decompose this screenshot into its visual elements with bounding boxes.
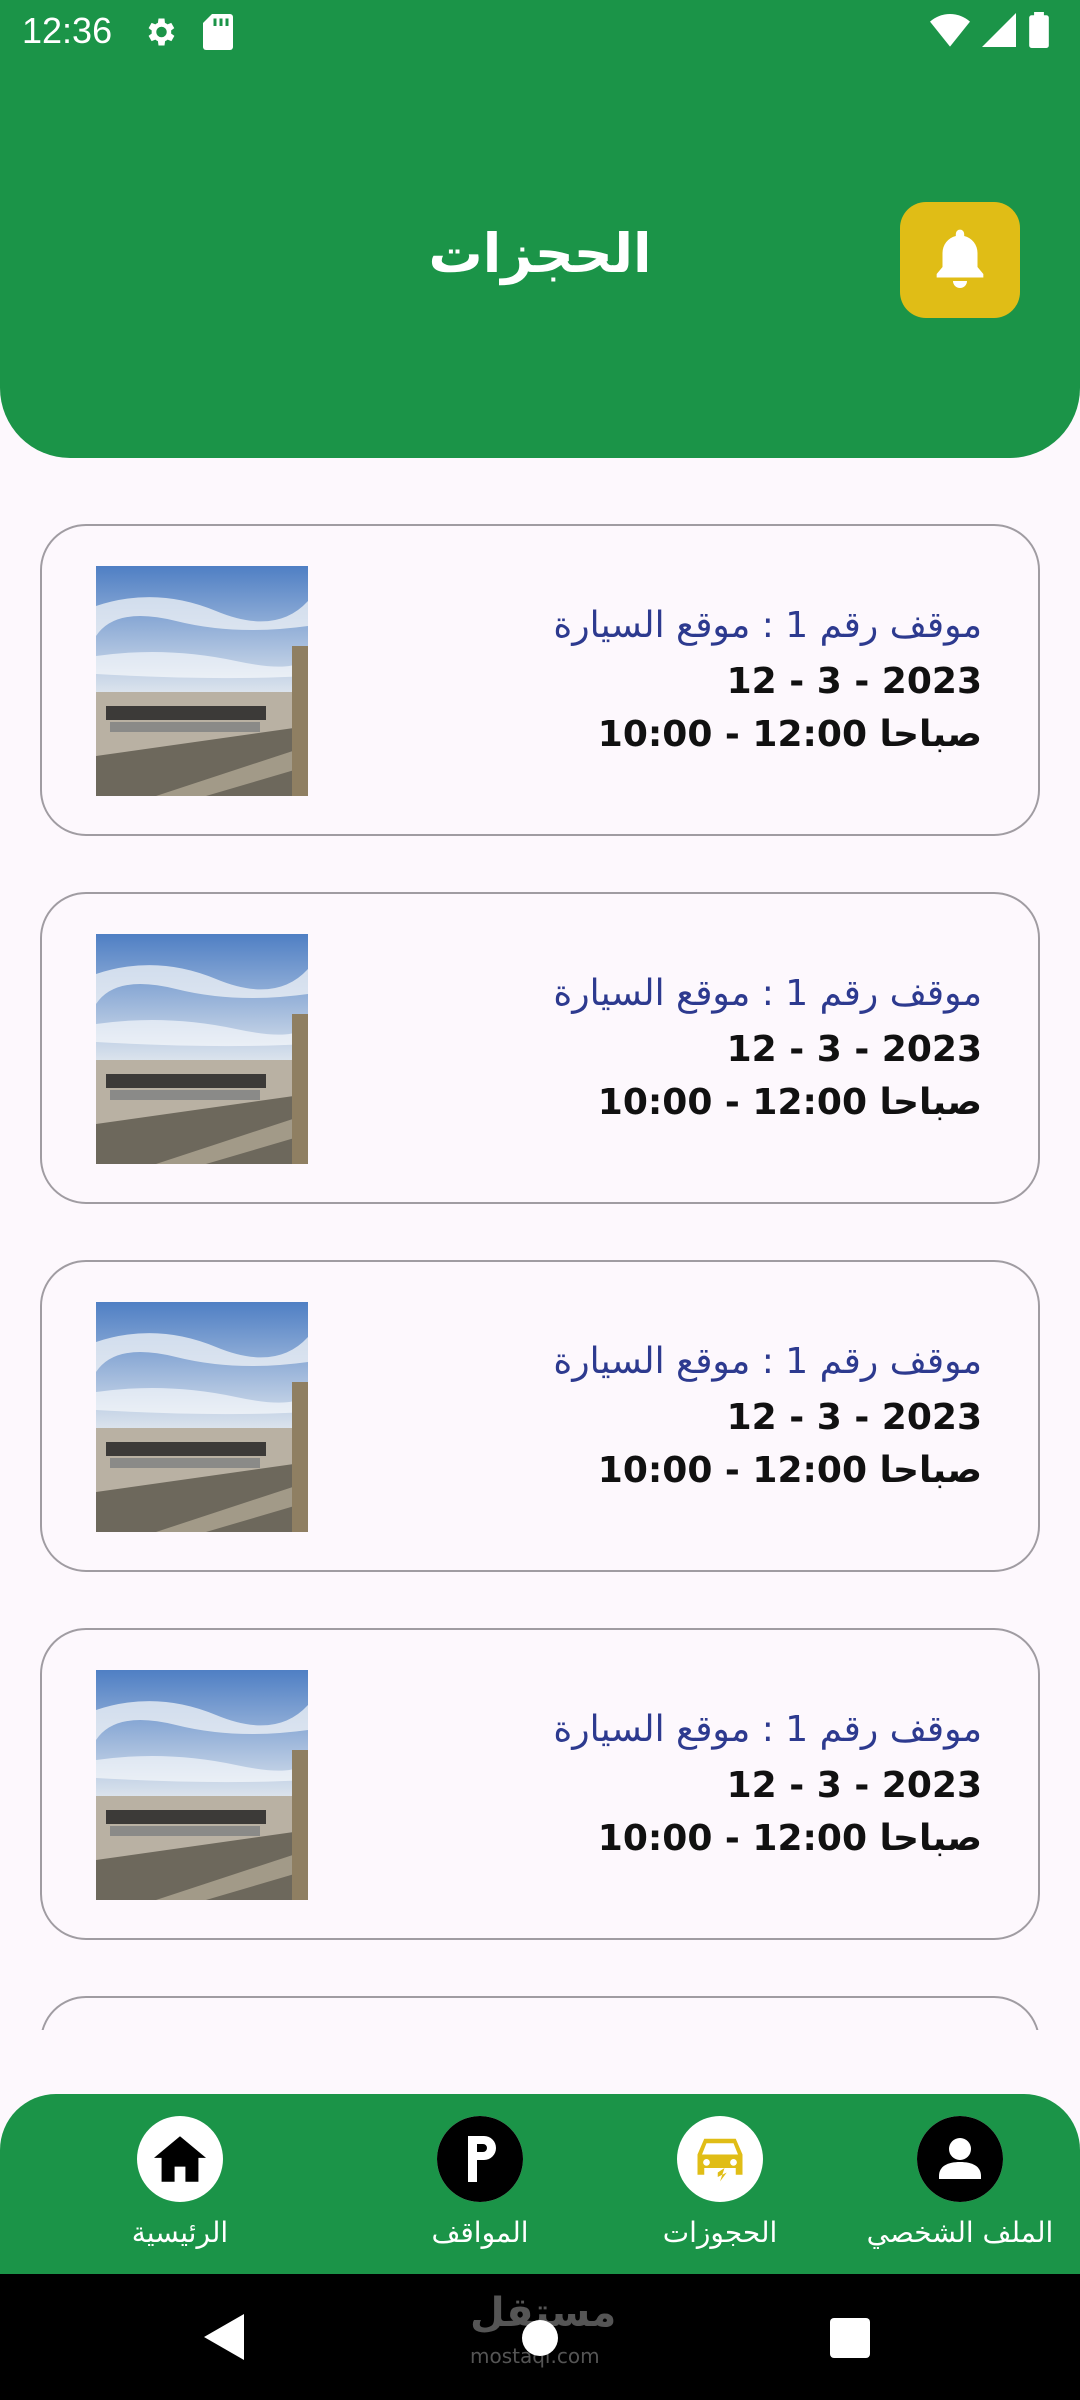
home-icon: [137, 2116, 223, 2202]
booking-time: صباحا 12:00 - 10:00: [597, 1450, 982, 1491]
booking-date: 2023 - 3 - 12: [726, 661, 982, 702]
nav-bookings[interactable]: الحجوزات: [600, 2116, 840, 2249]
battery-icon: [1029, 12, 1049, 48]
profile-icon: [917, 2116, 1003, 2202]
booking-info: موقف رقم 1 : موقع السيارة 2023 - 3 - 12 …: [553, 598, 982, 760]
system-nav-bar: مستقل mostaql.com: [0, 2274, 1080, 2400]
recents-icon[interactable]: [830, 2318, 870, 2358]
signal-icon: [982, 13, 1016, 47]
parking-photo: [96, 1670, 308, 1900]
booking-card-partial[interactable]: [40, 1996, 1040, 2030]
nav-bookings-label: الحجوزات: [662, 2216, 778, 2249]
booking-date: 2023 - 3 - 12: [726, 1397, 982, 1438]
nav-home-label: الرئيسية: [131, 2216, 229, 2249]
bottom-nav: الرئيسية المواقف الحجوزات الملف الشخصي: [0, 2094, 1080, 2274]
car-bookings-icon: [677, 2116, 763, 2202]
home-circle-icon[interactable]: [522, 2320, 558, 2356]
parking-photo: [96, 934, 308, 1164]
booking-title: موقف رقم 1 : موقع السيارة: [553, 1341, 982, 1382]
booking-card[interactable]: موقف رقم 1 : موقع السيارة 2023 - 3 - 12 …: [40, 1260, 1040, 1572]
parking-photo: [96, 1302, 308, 1532]
parking-photo: [96, 566, 308, 796]
booking-date: 2023 - 3 - 12: [726, 1765, 982, 1806]
bell-icon: [936, 229, 984, 288]
status-icons: [930, 12, 1050, 48]
booking-card[interactable]: موقف رقم 1 : موقع السيارة 2023 - 3 - 12 …: [40, 524, 1040, 836]
booking-info: موقف رقم 1 : موقع السيارة 2023 - 3 - 12 …: [553, 1702, 982, 1864]
booking-card[interactable]: موقف رقم 1 : موقع السيارة 2023 - 3 - 12 …: [40, 892, 1040, 1204]
sd-card-icon: [203, 14, 233, 50]
back-icon[interactable]: [204, 2314, 244, 2360]
booking-time: صباحا 12:00 - 10:00: [597, 714, 982, 755]
nav-home[interactable]: الرئيسية: [60, 2116, 300, 2249]
nav-profile[interactable]: الملف الشخصي: [840, 2116, 1080, 2249]
app-header: 12:36 الحجزات: [0, 0, 1080, 458]
notifications-button[interactable]: [900, 202, 1020, 318]
nav-parking[interactable]: المواقف: [360, 2116, 600, 2249]
booking-time: صباحا 12:00 - 10:00: [597, 1818, 982, 1859]
booking-title: موقف رقم 1 : موقع السيارة: [553, 973, 982, 1014]
status-time: 12:36: [22, 10, 113, 51]
booking-title: موقف رقم 1 : موقع السيارة: [553, 605, 982, 646]
booking-info: موقف رقم 1 : موقع السيارة 2023 - 3 - 12 …: [553, 966, 982, 1128]
booking-time: صباحا 12:00 - 10:00: [597, 1082, 982, 1123]
parking-icon: [437, 2116, 523, 2202]
nav-parking-label: المواقف: [431, 2216, 529, 2249]
wifi-icon: [930, 14, 970, 47]
bookings-list[interactable]: موقف رقم 1 : موقع السيارة 2023 - 3 - 12 …: [0, 480, 1080, 2030]
booking-card[interactable]: موقف رقم 1 : موقع السيارة 2023 - 3 - 12 …: [40, 1628, 1040, 1940]
booking-date: 2023 - 3 - 12: [726, 1029, 982, 1070]
booking-info: موقف رقم 1 : موقع السيارة 2023 - 3 - 12 …: [553, 1334, 982, 1496]
settings-icon: [148, 18, 175, 46]
nav-profile-label: الملف الشخصي: [866, 2216, 1054, 2249]
booking-title: موقف رقم 1 : موقع السيارة: [553, 1709, 982, 1750]
